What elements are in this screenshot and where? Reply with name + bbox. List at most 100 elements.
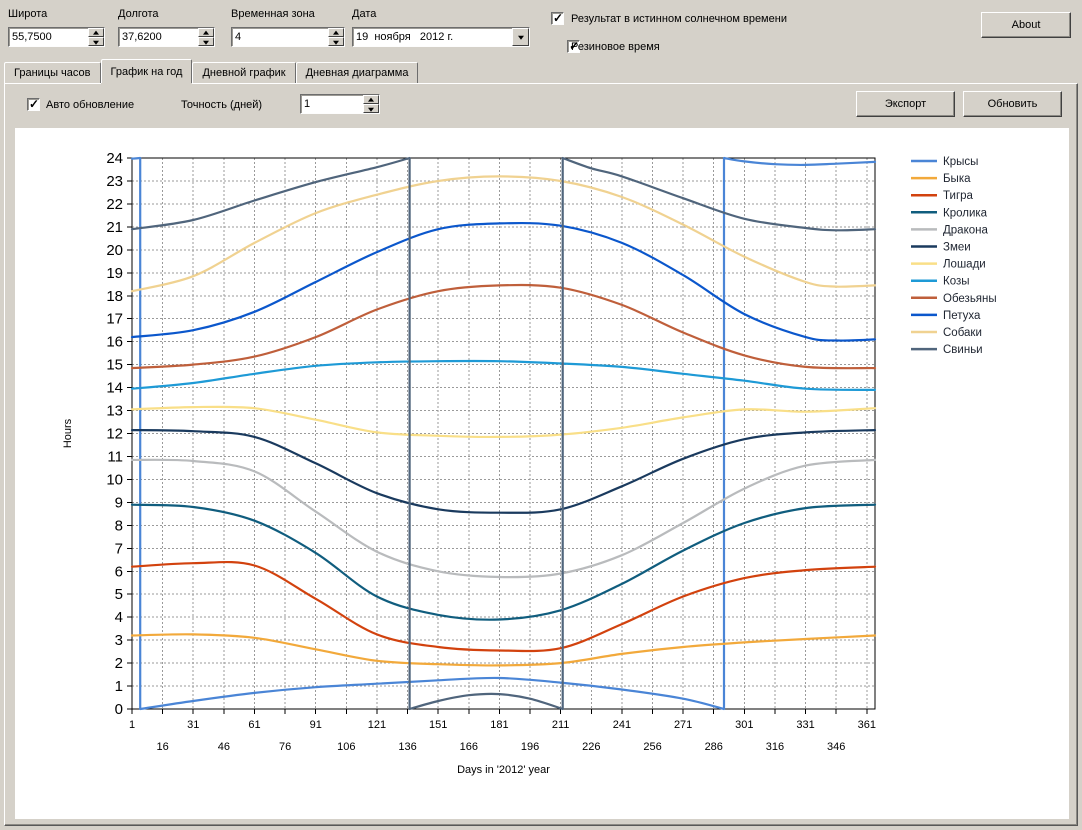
x-tick-label: 46 [218,741,230,753]
about-button[interactable]: About [981,12,1071,38]
x-tick-label: 316 [766,741,784,753]
timezone-spin-down-button[interactable] [328,37,344,46]
date-dropdown-button[interactable] [512,28,529,46]
timezone-value: 4 [232,31,328,43]
y-tick-label: 10 [106,471,123,488]
y-tick-label: 4 [115,609,123,626]
arrow-up-icon [203,30,209,34]
x-tick-label: 181 [490,719,508,731]
precision-spinner [363,95,379,113]
series-line-Петуха [132,223,875,341]
x-axis-title: Days in '2012' year [457,764,550,776]
series-line-Собаки [132,176,875,291]
legend-label: Кролика [943,207,988,219]
precision-label: Точность (дней) [181,99,262,111]
legend-label: Тигра [943,190,974,202]
arrow-up-icon [93,30,99,34]
x-tick-label: 166 [460,741,478,753]
application-window: Широта Долгота Временная зона Дата 55,75… [0,0,1082,830]
auto-update-label: Авто обновление [46,99,134,111]
x-tick-label: 31 [187,719,199,731]
longitude-spin-up-button[interactable] [198,28,214,37]
legend-label: Дракона [943,224,988,236]
y-tick-label: 12 [106,426,123,443]
refresh-button[interactable]: Обновить [963,91,1062,117]
y-tick-label: 11 [107,448,123,465]
tab-day-chart[interactable]: Дневной график [192,62,295,83]
y-tick-label: 20 [106,242,123,259]
latitude-input[interactable]: 55,7500 [8,27,105,47]
x-tick-label: 286 [705,741,723,753]
timezone-input[interactable]: 4 [231,27,345,47]
series-line-Свиньи [132,158,875,709]
latitude-value: 55,7500 [9,31,88,43]
precision-spin-up-button[interactable] [363,95,379,104]
y-tick-label: 0 [115,701,123,718]
series-line-Змеи [132,430,875,513]
plot-frame [132,158,875,709]
x-tick-label: 106 [337,741,355,753]
x-tick-label: 76 [279,741,291,753]
year-chart-tab-page: Авто обновление Точность (дней) 1 Экспор… [4,83,1078,826]
legend-label: Петуха [943,310,981,322]
series-line-Дракона [132,460,875,577]
y-tick-label: 5 [115,586,123,603]
auto-update-checkbox[interactable] [27,98,40,111]
legend-label: Свиньи [943,344,983,356]
latitude-spin-up-button[interactable] [88,28,104,37]
latitude-label: Широта [8,8,47,20]
y-tick-label: 19 [106,265,123,282]
arrow-up-icon [333,30,339,34]
legend-label: Лошади [943,259,986,271]
longitude-input[interactable]: 37,6200 [118,27,215,47]
y-tick-label: 22 [106,196,123,213]
tab-year-chart[interactable]: График на год [101,59,193,83]
rubber-time-label: Резиновое время [571,41,660,53]
legend-label: Обезьяны [943,293,997,305]
x-tick-label: 331 [796,719,814,731]
arrow-down-icon [203,40,209,44]
x-tick-label: 196 [521,741,539,753]
legend-label: Быка [943,173,971,185]
x-tick-label: 226 [582,741,600,753]
x-tick-label: 256 [643,741,661,753]
arrow-down-icon [333,40,339,44]
precision-spin-down-button[interactable] [363,104,379,113]
export-button[interactable]: Экспорт [856,91,955,117]
legend-label: Собаки [943,327,982,339]
timezone-label: Временная зона [231,8,315,20]
series-line-Козы [132,361,875,390]
x-tick-label: 121 [368,719,386,731]
date-value: 19 ноября 2012 г. [353,31,512,43]
x-tick-label: 61 [248,719,260,731]
true-solar-time-checkbox[interactable] [551,12,564,25]
latitude-spin-down-button[interactable] [88,37,104,46]
x-tick-label: 271 [674,719,692,731]
x-tick-label: 361 [858,719,876,731]
x-tick-label: 91 [310,719,322,731]
y-axis-title: Hours [62,418,74,448]
series-line-Крысы [132,158,875,709]
latitude-spinner [88,28,104,46]
series-line-Обезьяны [132,285,875,368]
timezone-spin-up-button[interactable] [328,28,344,37]
longitude-value: 37,6200 [119,31,198,43]
y-tick-label: 8 [115,517,123,534]
y-tick-label: 3 [115,632,123,649]
precision-input[interactable]: 1 [300,94,380,114]
y-tick-label: 23 [106,173,123,190]
x-tick-label: 136 [398,741,416,753]
chart-panel: 0123456789101112131415161718192021222324… [15,128,1069,819]
y-tick-label: 15 [106,357,123,374]
precision-value: 1 [301,98,363,110]
y-tick-label: 24 [106,150,123,167]
date-picker[interactable]: 19 ноября 2012 г. [352,27,530,47]
x-tick-label: 301 [735,719,753,731]
y-tick-label: 6 [115,563,123,580]
tab-hour-borders[interactable]: Границы часов [4,62,101,83]
x-tick-label: 346 [827,741,845,753]
tab-day-diagram[interactable]: Дневная диаграмма [296,62,419,83]
y-tick-label: 1 [115,678,123,695]
y-tick-label: 17 [106,311,123,328]
longitude-spin-down-button[interactable] [198,37,214,46]
